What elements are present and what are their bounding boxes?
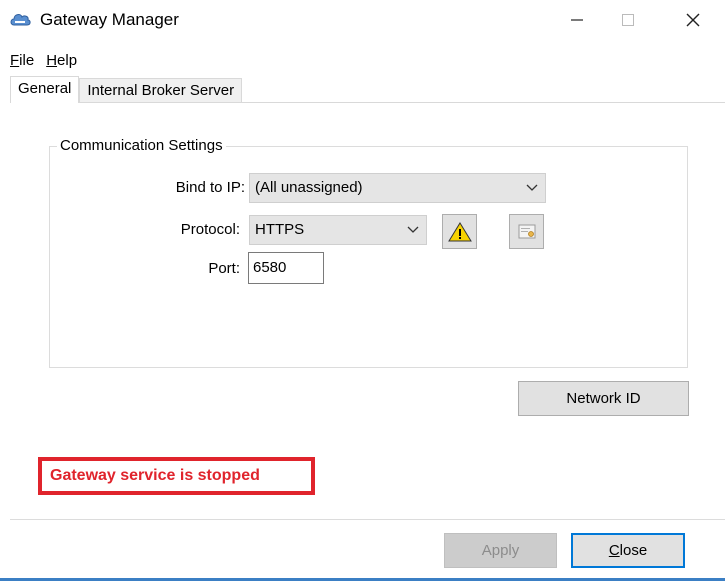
- certificate-icon: [518, 224, 535, 238]
- close-window-button[interactable]: [668, 0, 718, 40]
- warning-button[interactable]: [442, 214, 477, 249]
- menu-file[interactable]: File: [10, 51, 34, 71]
- protocol-select[interactable]: HTTPS: [249, 215, 427, 245]
- chevron-down-icon: [407, 226, 419, 233]
- menu-file-mnemonic: F: [10, 52, 20, 69]
- menu-help-label: elp: [57, 52, 78, 69]
- menu-help-mnemonic: H: [46, 52, 58, 69]
- protocol-label: Protocol:: [180, 221, 240, 238]
- certificate-button[interactable]: [509, 214, 544, 249]
- minimize-button[interactable]: [552, 0, 602, 40]
- maximize-button[interactable]: [603, 0, 653, 40]
- bind-ip-value: (All unassigned): [255, 179, 363, 196]
- tab-divider: [10, 102, 725, 103]
- tab-internal-broker-server[interactable]: Internal Broker Server: [79, 78, 243, 103]
- bind-ip-select[interactable]: (All unassigned): [249, 173, 546, 203]
- bind-ip-label: Bind to IP:: [175, 179, 245, 196]
- menu-help[interactable]: Help: [46, 51, 77, 71]
- warning-icon: [447, 221, 472, 241]
- group-title: Communication Settings: [57, 137, 226, 155]
- cloud-gateway-icon: [9, 10, 31, 28]
- port-input[interactable]: 6580: [248, 252, 324, 284]
- close-button[interactable]: Close: [571, 533, 685, 568]
- gateway-manager-window: Gateway Manager File Help General Intern…: [0, 0, 725, 584]
- apply-button[interactable]: Apply: [444, 533, 557, 568]
- network-id-button[interactable]: Network ID: [518, 381, 689, 416]
- close-button-label: lose: [619, 542, 648, 559]
- menu-file-label: ile: [19, 52, 35, 69]
- menu-bar: File Help: [10, 51, 77, 71]
- port-label: Port:: [208, 260, 240, 277]
- chevron-down-icon: [526, 184, 538, 191]
- title-bar: Gateway Manager: [0, 0, 725, 42]
- protocol-value: HTTPS: [255, 221, 305, 238]
- window-title: Gateway Manager: [40, 10, 179, 29]
- bottom-edge: [0, 578, 725, 581]
- status-message: Gateway service is stopped: [38, 457, 315, 495]
- footer-divider: [10, 519, 725, 520]
- tab-strip: General Internal Broker Server: [10, 76, 243, 103]
- tab-general[interactable]: General: [10, 76, 80, 103]
- close-button-mnemonic: C: [608, 542, 620, 559]
